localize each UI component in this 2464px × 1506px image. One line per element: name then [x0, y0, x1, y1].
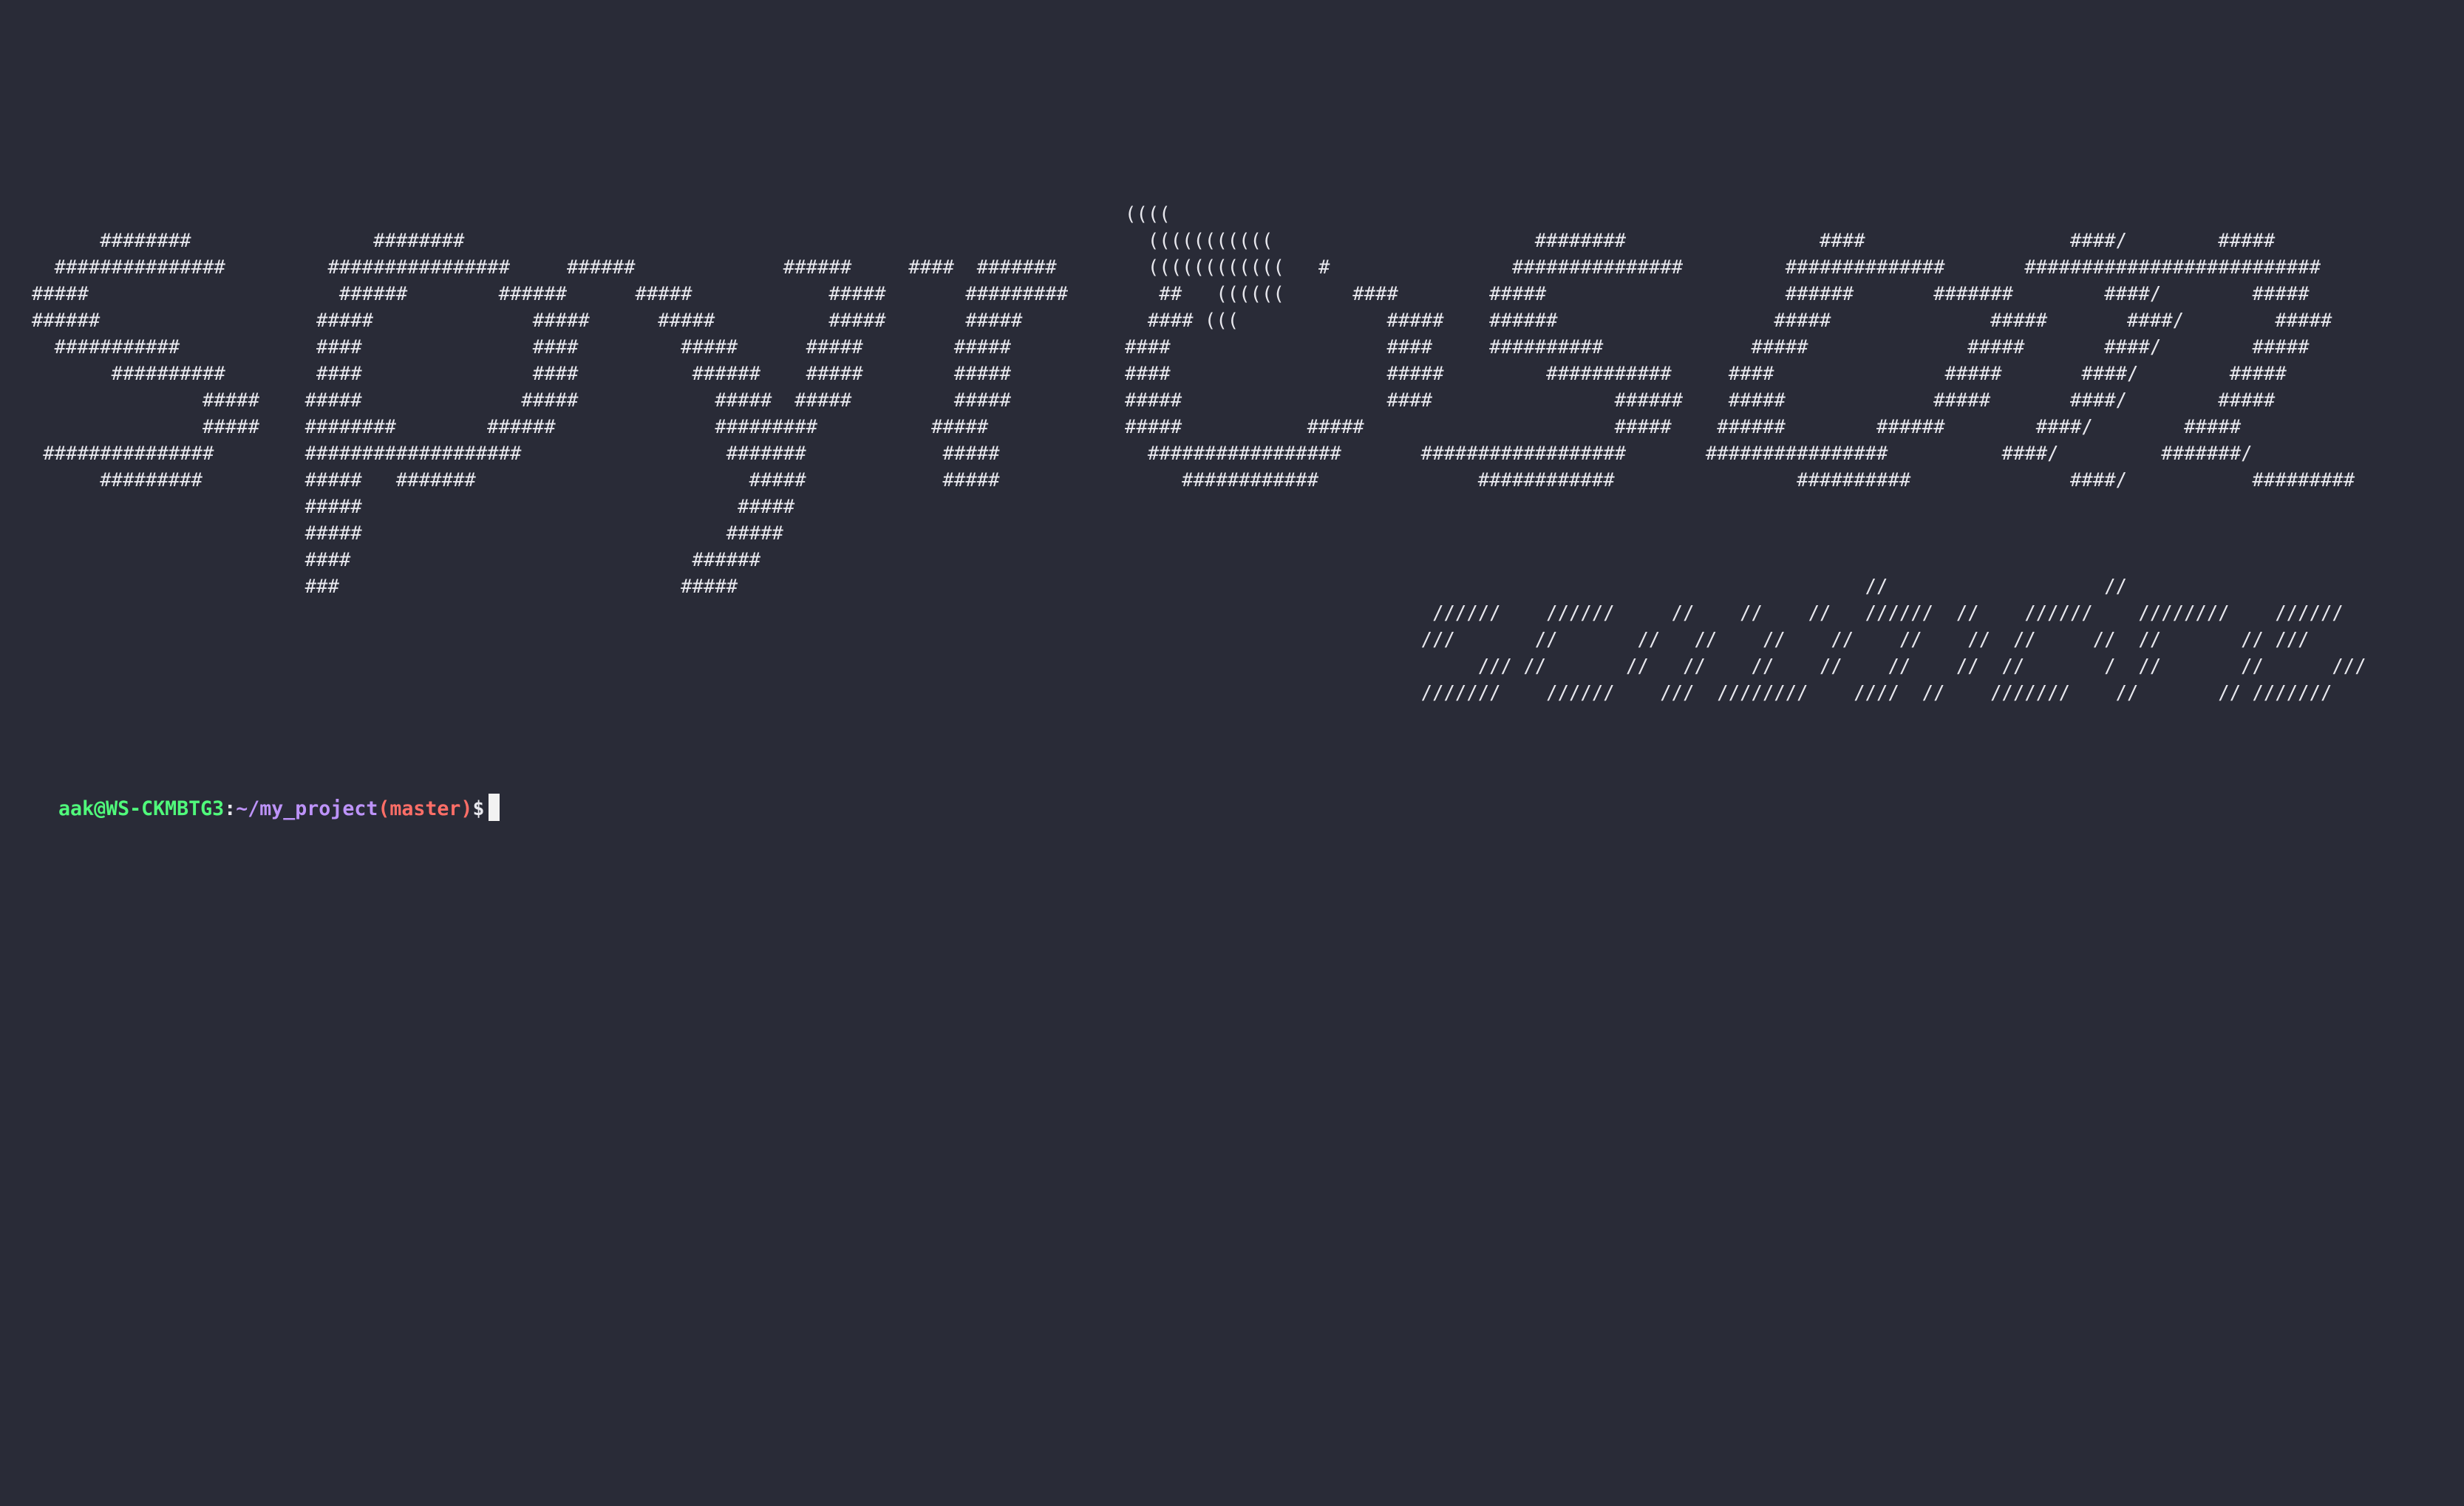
prompt-path: ~/my_project — [236, 797, 378, 820]
banner-line: ############### ################ ###### … — [9, 256, 2321, 279]
banner-line: ##### ###### ###### ##### ##### ########… — [9, 283, 2310, 305]
text-cursor[interactable] — [489, 794, 500, 821]
banner-line: ###### ##### ##### ##### ##### ##### ###… — [9, 310, 2332, 332]
banner-line: ######## — [9, 123, 2464, 146]
banner-line: #### ###### — [9, 549, 760, 571]
banner-line: ########## #### #### ###### ##### ##### … — [9, 363, 2287, 385]
shell-prompt[interactable]: aak@WS-CKMBTG3:~/my_project(master)$ — [11, 764, 500, 853]
banner-line: ##### ##### ##### ##### ##### ##### ####… — [9, 389, 2276, 412]
banner-line: ###### — [9, 150, 2464, 172]
banner-line: ########### #### #### ##### ##### ##### … — [9, 336, 2310, 358]
banner-line: ##### ##### — [9, 496, 795, 518]
prompt-user-host: aak@WS-CKMBTG3 — [58, 797, 225, 820]
banner-line: /// // // // // // // // // / // // /// — [9, 655, 2366, 678]
prompt-separator: : — [224, 797, 236, 820]
banner-line: /// // // // // // // // // // // // /// — [9, 629, 2310, 651]
banner-line: /////// ////// /// //////// //// // ////… — [9, 682, 2332, 704]
prompt-symbol: $ — [472, 797, 485, 820]
banner-line: // // — [9, 576, 2128, 598]
banner-line: ############### ################### ####… — [9, 443, 2253, 465]
banner-line: ######### ##### ####### ##### ##### ####… — [9, 469, 2355, 491]
terminal-window[interactable]: ######## ###### ((((######## ######## (… — [0, 0, 2464, 1506]
prompt-git-branch: (master) — [378, 797, 473, 820]
banner-line: ////// ////// // // // ////// // ////// … — [9, 602, 2344, 624]
banner-line: ##### ##### — [9, 522, 783, 545]
banner-line: (((( ####/ ##### — [1125, 203, 1171, 225]
banner-line: ##### ######## ###### ######### ##### ##… — [9, 416, 2242, 438]
banner-line: ######## ######## ((((((((((( ######## #… — [9, 230, 2276, 252]
banner-line: ####( #### — [9, 174, 2464, 202]
